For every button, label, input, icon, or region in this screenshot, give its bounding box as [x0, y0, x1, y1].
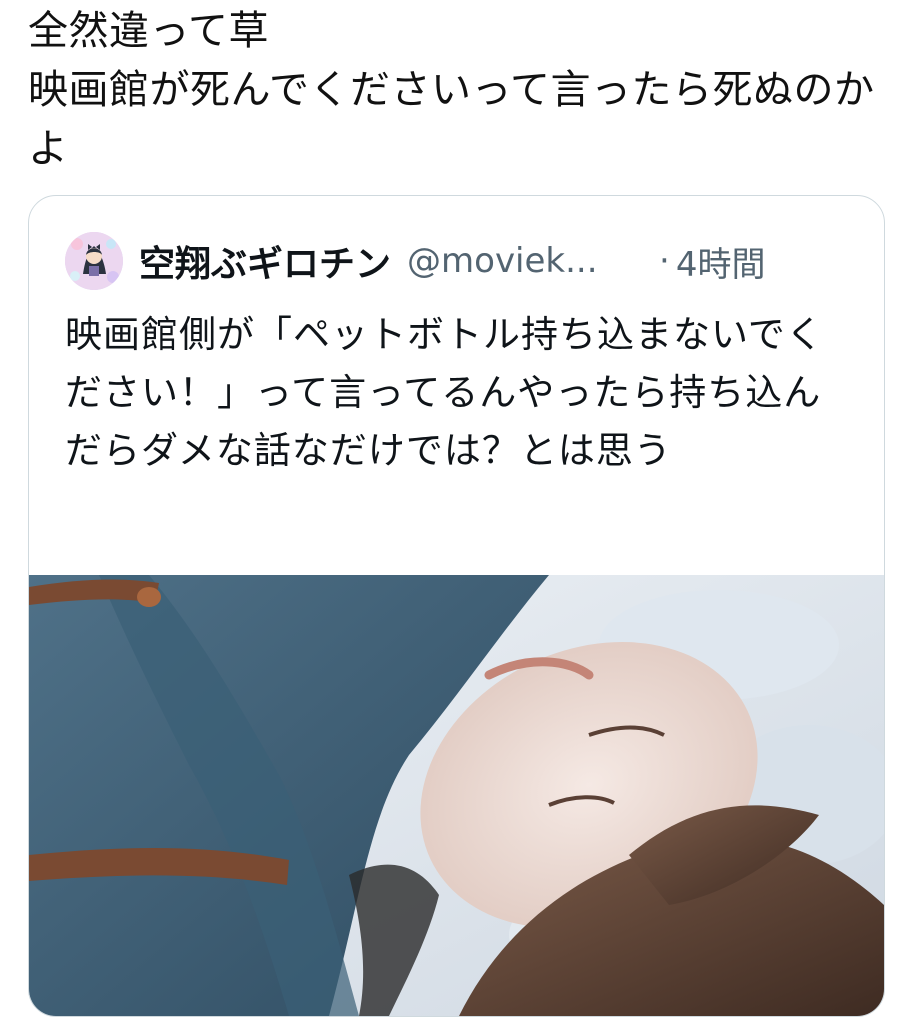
- photo-illustration: [29, 575, 884, 1016]
- separator-dot: ·: [659, 241, 670, 281]
- avatar-illustration-icon: [65, 232, 123, 290]
- quoted-tweet-card[interactable]: 空翔ぶギロチン @moviek... · 4時間 映画館側が「ペットボトル持ち込…: [28, 195, 885, 1017]
- tweet-text: 全然違って草 映画館が死んでくださいって言ったら死ぬのかよ: [28, 8, 875, 172]
- avatar[interactable]: [65, 232, 123, 290]
- quoted-author-handle[interactable]: @moviek...: [407, 241, 639, 281]
- quoted-tweet-header: 空翔ぶギロチン @moviek... · 4時間: [65, 232, 765, 290]
- quoted-author-name[interactable]: 空翔ぶギロチン: [139, 235, 391, 287]
- quoted-tweet-text: 映画館側が「ペットボトル持ち込まないでください！」って言ってるんやったら持ち込ん…: [65, 313, 824, 472]
- quoted-tweet-time[interactable]: 4時間: [676, 237, 766, 286]
- quoted-photo[interactable]: [29, 575, 884, 1016]
